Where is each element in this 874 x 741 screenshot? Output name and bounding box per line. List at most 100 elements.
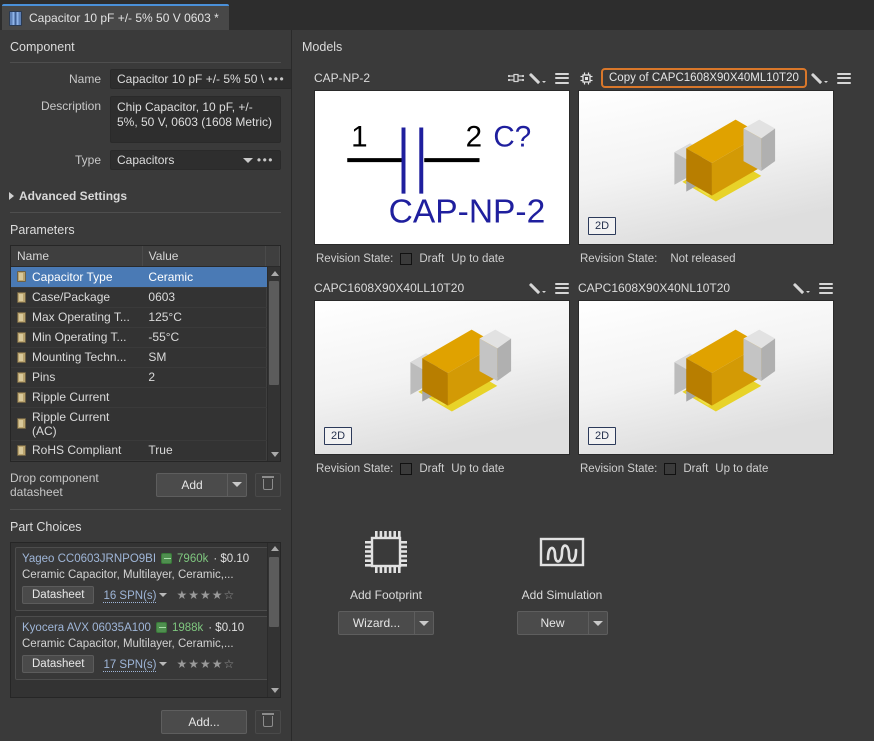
draft-checkbox[interactable] [400,253,413,265]
toggle-2d-button[interactable]: 2D [588,427,617,445]
toggle-2d-button[interactable]: 2D [324,427,353,445]
capacitor-3d-model [315,301,569,454]
parameters-rows: Capacitor Type Ceramic Case/Package 0603 Max… [11,267,280,461]
column-header-name[interactable]: Name [11,246,143,267]
menu-icon[interactable] [553,280,570,297]
document-icon [17,444,26,456]
model-adder-dropdown[interactable] [588,611,608,635]
revision-state-row: Revision State: Draft Up to date [314,455,570,477]
datasheet-add-split-button: Add [156,472,247,497]
part-choice-title[interactable]: Kyocera AVX 06035A100 [22,622,151,634]
model-card: Copy of CAPC1608X90X40ML10T20 2D Revision … [578,66,852,267]
table-row[interactable]: Case/Package 0603 [11,287,280,308]
document-icon [17,311,26,323]
scrollbar-thumb[interactable] [269,556,279,627]
model-preview[interactable]: 2D [578,300,834,455]
revision-state-row: Revision State: Draft Up to date [314,245,570,267]
part-choices-scrollbar[interactable] [267,542,280,697]
table-row[interactable]: Min Operating T... -55°C [11,327,280,348]
advanced-settings-toggle[interactable]: Advanced Settings [0,185,291,212]
name-input-value: Capacitor 10 pF +/- 5% 50 \ [117,72,265,86]
type-select[interactable]: Capacitors ••• [110,150,281,170]
component-section-title: Component [10,40,75,54]
scroll-down-button[interactable] [268,685,280,697]
type-more-button[interactable]: ••• [257,153,274,167]
datasheet-add-button[interactable]: Add [156,472,228,497]
part-choices-delete-button[interactable] [255,709,281,734]
toggle-2d-button[interactable]: 2D [588,217,617,235]
parameter-name: Min Operating T... [32,330,127,344]
spn-dropdown[interactable]: 16 SPN(s) [103,588,168,603]
document-icon [17,371,26,383]
model-preview[interactable]: 1 2 C? CAP-NP-2 [314,90,570,245]
part-choice-title[interactable]: Yageo CC0603JRNPO9BI [22,553,156,565]
datasheet-delete-button[interactable] [255,472,281,497]
part-choice-stock: 1988k [171,621,204,634]
model-adder-button[interactable]: New [516,611,589,635]
parameter-name: Pins [32,370,56,384]
document-icon [17,271,26,283]
part-choice-item[interactable]: Kyocera AVX 06035A100 1988k · $0.10 Ceramic… [15,615,276,680]
parameter-value: True [148,443,173,457]
pencil-icon[interactable] [794,280,811,297]
model-adder-button[interactable]: Wizard... [337,611,416,635]
table-row[interactable]: Ripple Current [11,387,280,408]
scroll-up-button[interactable] [268,543,280,555]
table-row[interactable]: Capacitor Type Ceramic [11,267,280,288]
datasheet-button[interactable]: Datasheet [22,654,95,673]
menu-icon[interactable] [817,280,834,297]
parameter-value: Ceramic [148,269,194,284]
document-tab[interactable]: Capacitor 10 pF +/- 5% 50 V 0603 * [2,4,229,30]
table-row[interactable]: Pins 2 [11,367,280,388]
model-adder-dropdown[interactable] [415,611,435,635]
scroll-up-button[interactable] [268,267,281,279]
description-row: Description Chip Capacitor, 10 pF, +/- 5… [10,96,281,143]
draft-checkbox[interactable] [664,463,677,475]
chevron-down-icon[interactable] [242,157,253,163]
chevron-down-icon [232,482,242,487]
table-row[interactable]: Max Operating T... 125°C [11,307,280,328]
table-row[interactable]: Ripple Current (AC) [11,407,280,441]
name-more-button[interactable]: ••• [268,72,285,86]
datasheet-button[interactable]: Datasheet [22,585,95,604]
parameter-name: Ripple Current [32,390,110,404]
parameter-name: Mounting Techn... [32,350,127,364]
parameter-value: 125°C [148,310,182,324]
model-preview[interactable]: 2D [314,300,570,455]
capacitor-3d-model [579,91,833,244]
datasheet-add-dropdown[interactable] [228,472,247,497]
pin-map-icon[interactable] [507,70,524,87]
revision-state-value: Draft [419,253,445,265]
model-name-input[interactable]: Copy of CAPC1608X90X40ML10T20 [601,68,807,88]
datasheet-drop-label[interactable]: Drop component datasheet [10,471,148,499]
model-preview[interactable]: 2D [578,90,834,245]
menu-icon[interactable] [836,70,853,87]
pencil-icon[interactable] [530,70,547,87]
draft-checkbox[interactable] [400,463,413,475]
table-row[interactable]: Mounting Techn... SM [11,347,280,368]
chevron-down-icon [592,620,603,626]
description-input[interactable]: Chip Capacitor, 10 pF, +/- 5%, 50 V, 060… [110,96,281,143]
scrollbar-thumb[interactable] [269,281,279,385]
parameters-scrollbar[interactable] [267,267,280,461]
rating-stars: ★★★★☆ [176,656,236,671]
scroll-down-button[interactable] [268,449,281,461]
spn-dropdown[interactable]: 17 SPN(s) [103,657,168,672]
name-input[interactable]: Capacitor 10 pF +/- 5% 50 \ ••• [110,69,293,89]
revision-state-label: Revision State: [316,253,394,265]
column-header-value[interactable]: Value [142,246,266,267]
pencil-icon[interactable] [813,70,830,87]
revision-status: Not released [670,253,736,265]
parameters-section-title: Parameters [10,223,75,237]
chevron-down-icon [159,662,168,667]
model-card-header: CAPC1608X90X40LL10T20 [314,276,570,300]
part-choice-item[interactable]: Yageo CC0603JRNPO9BI 7960k · $0.10 Ceramic … [15,546,276,611]
chip-icon[interactable] [578,70,595,87]
name-label: Name [68,72,101,86]
document-icon [17,418,26,429]
revision-state-value: Draft [683,463,709,475]
menu-icon[interactable] [553,70,570,87]
pencil-icon[interactable] [530,280,547,297]
table-row[interactable]: RoHS Compliant True [11,440,280,461]
part-choices-add-button[interactable]: Add... [161,709,247,734]
